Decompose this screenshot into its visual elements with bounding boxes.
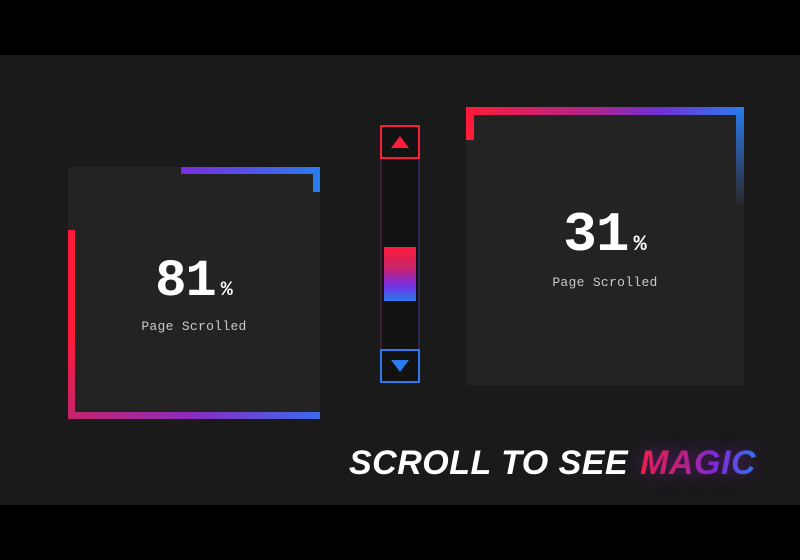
caption-prefix: SCROLL TO SEE — [349, 444, 628, 483]
percent-label-left: Page Scrolled — [141, 319, 246, 334]
percent-sign: % — [221, 279, 233, 302]
percent-label-right: Page Scrolled — [552, 275, 657, 290]
progress-card-left: 81 % Page Scrolled — [68, 167, 320, 419]
percent-line: 81 % — [155, 252, 232, 311]
scrollbar-thumb[interactable] — [384, 247, 416, 301]
percent-value-right: 31 — [563, 203, 628, 267]
percent-sign: % — [634, 232, 647, 257]
custom-scrollbar[interactable] — [380, 125, 420, 383]
caption: SCROLL TO SEE MAGIC — [349, 444, 756, 483]
stage: 81 % Page Scrolled 31 — [0, 55, 800, 505]
percent-value-left: 81 — [155, 252, 215, 311]
caption-highlight: MAGIC — [640, 444, 756, 483]
progress-card-right: 31 % Page Scrolled — [466, 107, 744, 385]
scroll-up-button[interactable] — [380, 125, 420, 159]
chevron-up-icon — [391, 136, 409, 148]
viewport: 81 % Page Scrolled 31 — [0, 0, 800, 560]
chevron-down-icon — [391, 360, 409, 372]
scrollbar-track[interactable] — [380, 159, 420, 349]
percent-line: 31 % — [563, 203, 646, 267]
scroll-down-button[interactable] — [380, 349, 420, 383]
